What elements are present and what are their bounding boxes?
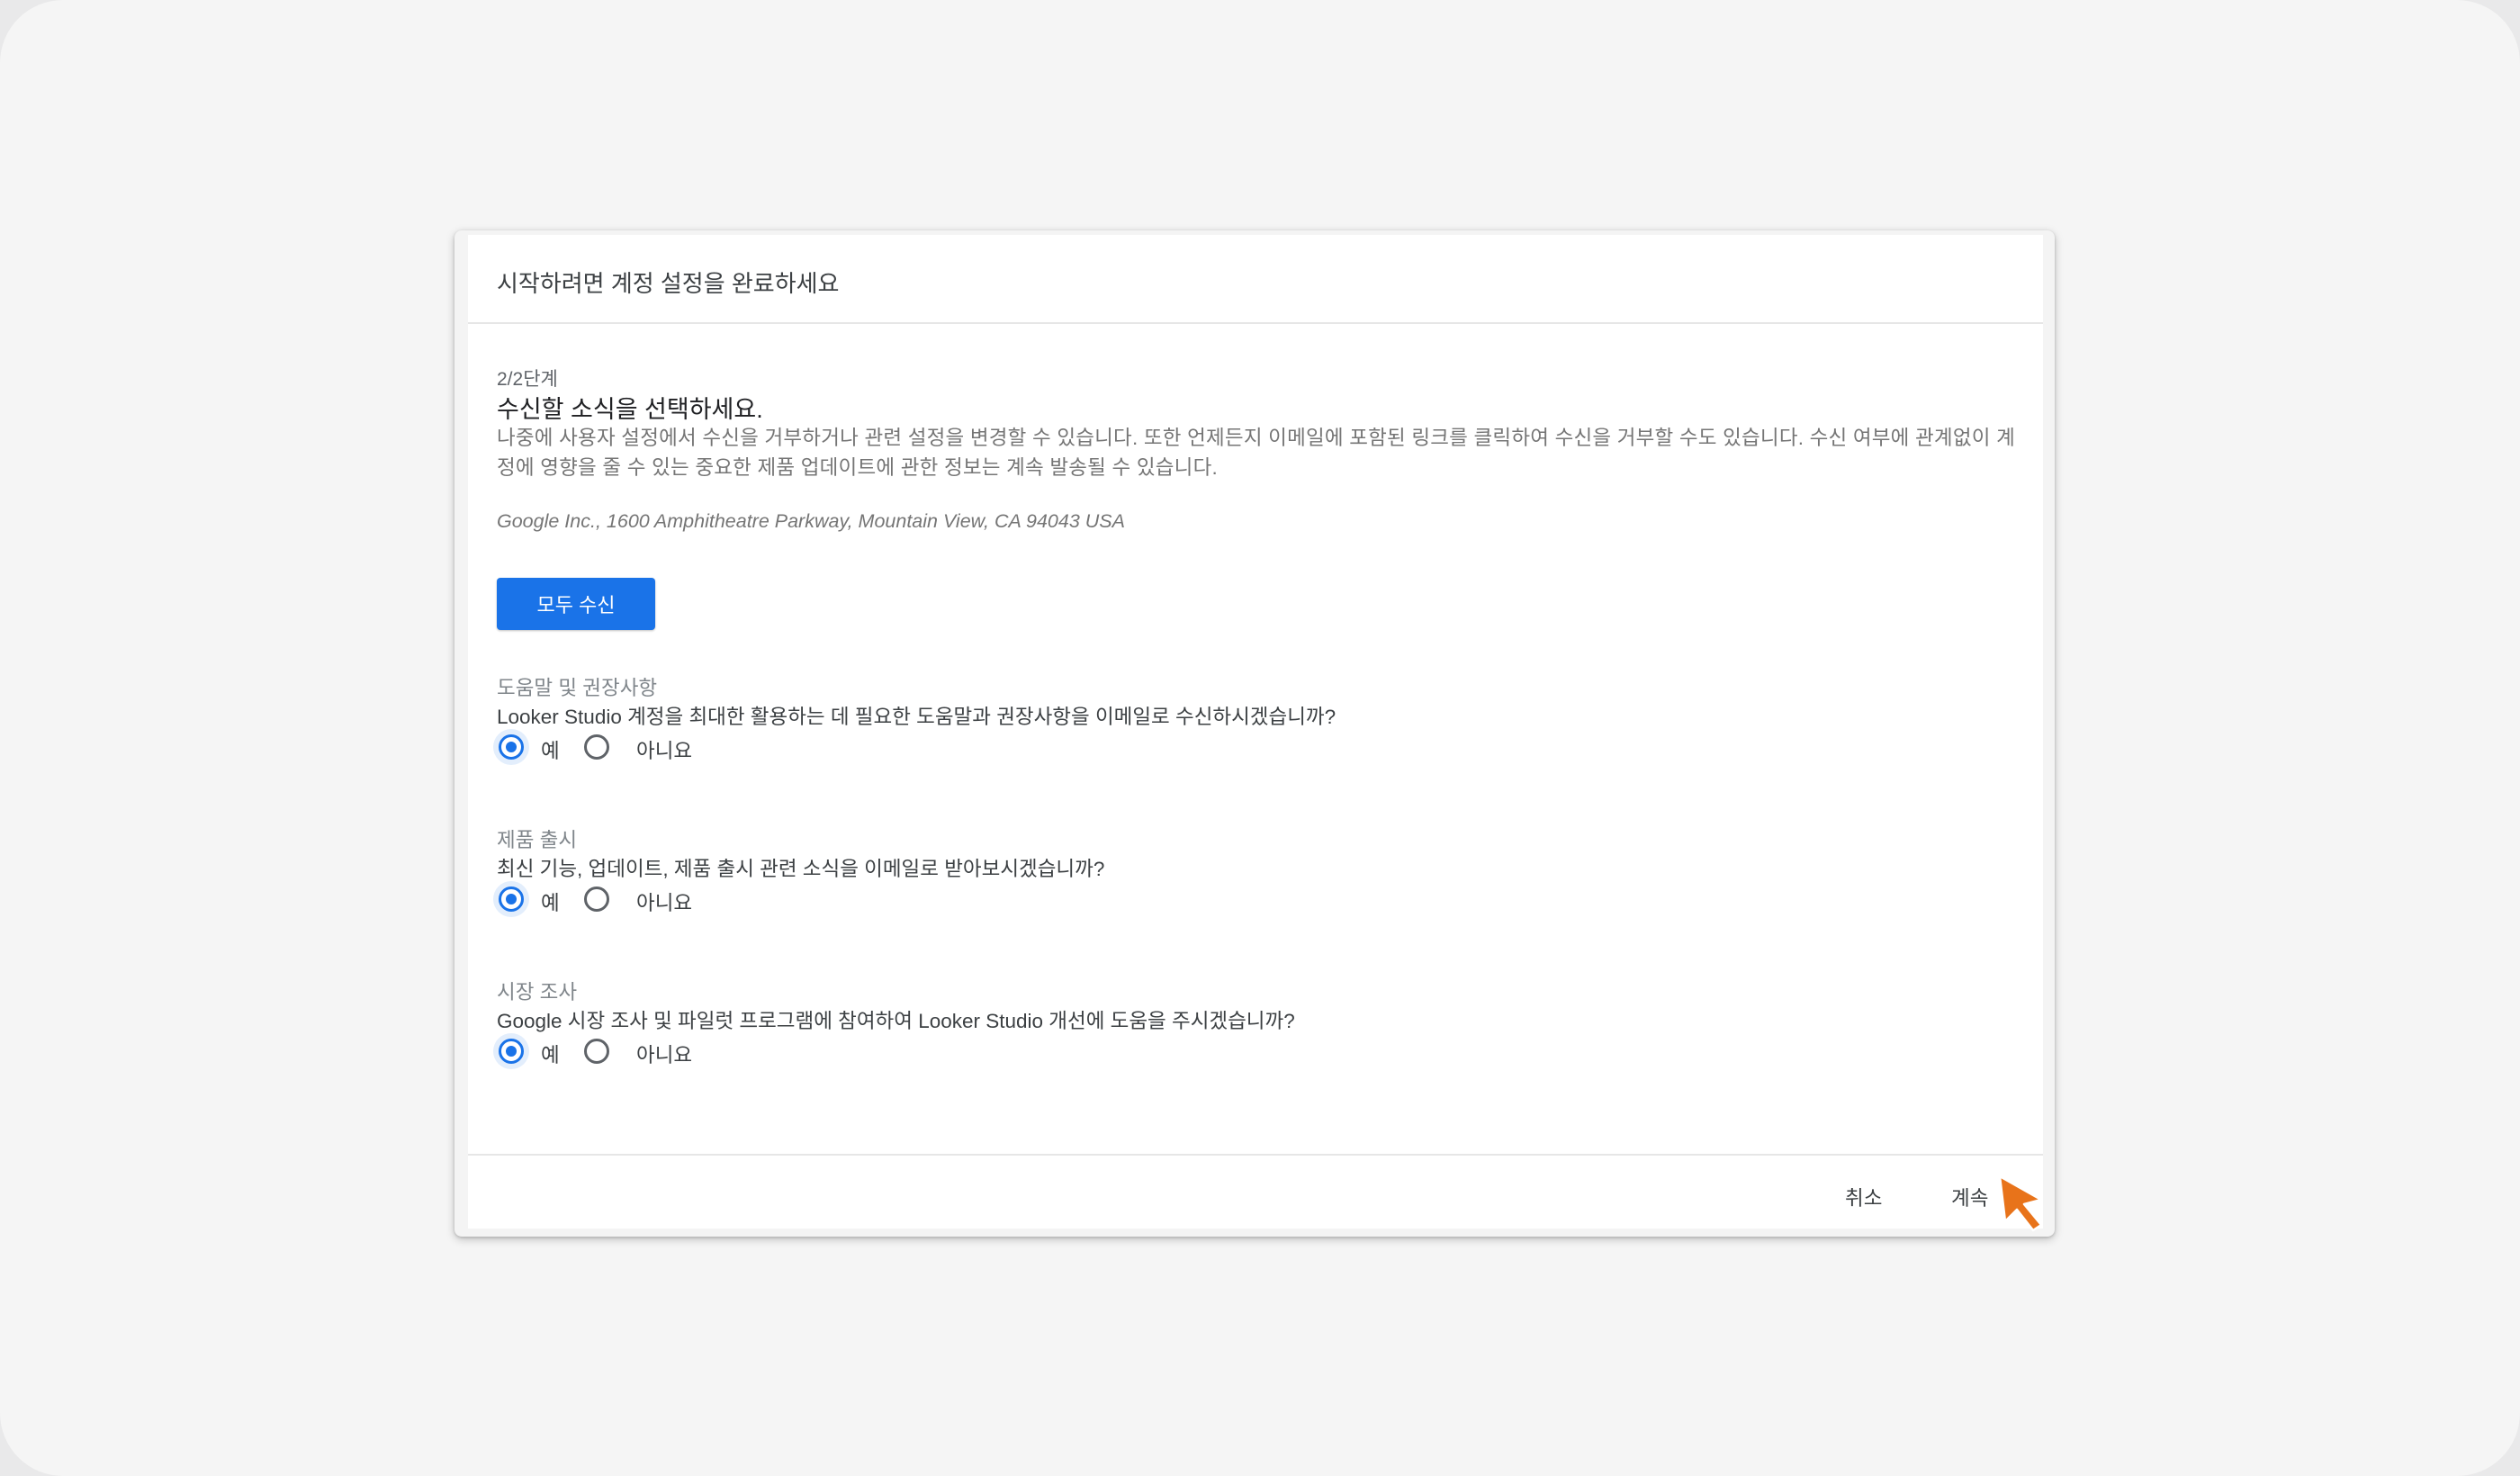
market-research-yes-label[interactable]: 예 (541, 1040, 560, 1068)
tips-radio-group: 예 아니요 (468, 729, 918, 765)
market-research-section-title: 시장 조사 (497, 981, 578, 1004)
tips-no-radio[interactable] (584, 734, 609, 760)
section-heading: 수신할 소식을 선택하세요. (497, 396, 763, 423)
accept-all-button[interactable]: 모두 수신 (497, 578, 655, 630)
product-release-no-label[interactable]: 아니요 (636, 887, 692, 916)
product-release-no-radio[interactable] (584, 886, 609, 912)
tips-no-label[interactable]: 아니요 (636, 735, 692, 764)
dialog-title: 시작하려면 계정 설정을 완료하세요 (497, 270, 840, 297)
product-release-yes-radio[interactable] (499, 886, 524, 912)
step-indicator: 2/2단계 (497, 369, 558, 390)
screen-background: 시작하려면 계정 설정을 완료하세요 2/2단계 수신할 소식을 선택하세요. … (0, 0, 2520, 1476)
market-research-no-label[interactable]: 아니요 (636, 1040, 692, 1068)
product-release-radio-group: 예 아니요 (468, 881, 918, 917)
tips-section-title: 도움말 및 권장사항 (497, 677, 658, 699)
product-release-section-title: 제품 출시 (497, 829, 578, 851)
product-release-yes-label[interactable]: 예 (541, 887, 560, 916)
market-research-yes-radio[interactable] (499, 1039, 524, 1064)
market-research-no-radio[interactable] (584, 1039, 609, 1064)
market-research-radio-group: 예 아니요 (468, 1033, 918, 1069)
dialog-header: 시작하려면 계정 설정을 완료하세요 (468, 235, 2043, 324)
company-address: Google Inc., 1600 Amphitheatre Parkway, … (497, 510, 1125, 532)
tips-section-question: Looker Studio 계정을 최대한 활용하는 데 필요한 도움말과 권장… (497, 706, 1336, 728)
tips-yes-radio[interactable] (499, 734, 524, 760)
mouse-pointer-icon (1998, 1174, 2043, 1232)
product-release-section-question: 최신 기능, 업데이트, 제품 출시 관련 소식을 이메일로 받아보시겠습니까? (497, 858, 1105, 880)
continue-button[interactable]: 계속 (1951, 1183, 1988, 1211)
dialog-frame: 시작하려면 계정 설정을 완료하세요 2/2단계 수신할 소식을 선택하세요. … (454, 230, 2055, 1237)
dialog-footer: 취소 계속 (468, 1154, 2043, 1228)
account-setup-dialog: 시작하려면 계정 설정을 완료하세요 2/2단계 수신할 소식을 선택하세요. … (468, 235, 2043, 1228)
tips-yes-label[interactable]: 예 (541, 735, 560, 764)
description-text: 나중에 사용자 설정에서 수신을 거부하거나 관련 설정을 변경할 수 있습니다… (497, 427, 2015, 479)
cancel-button[interactable]: 취소 (1845, 1183, 1882, 1211)
market-research-section-question: Google 시장 조사 및 파일럿 프로그램에 참여하여 Looker Stu… (497, 1010, 1295, 1032)
